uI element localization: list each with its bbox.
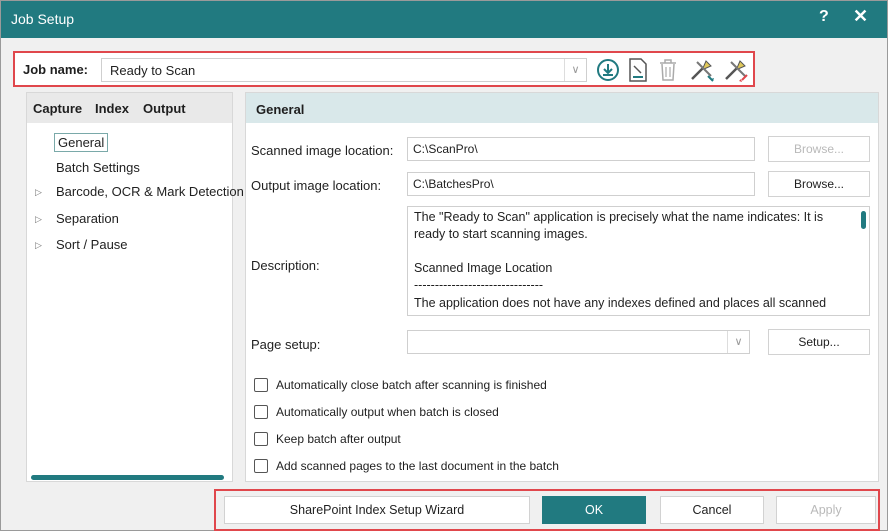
checkbox-box[interactable] <box>254 459 268 473</box>
scanned-location-label: Scanned image location: <box>251 143 394 158</box>
tree-item-general[interactable]: General <box>54 133 109 152</box>
tree-item-barcode[interactable]: Barcode, OCR & Mark Detection <box>56 184 244 199</box>
trash-icon[interactable] <box>655 56 681 84</box>
job-name-value: Ready to Scan <box>110 63 196 78</box>
checkbox-box[interactable] <box>254 378 268 392</box>
window-title: Job Setup <box>11 11 75 27</box>
description-line: The "Ready to Scan" application is preci… <box>414 210 824 241</box>
edit-document-icon[interactable] <box>625 56 651 84</box>
description-label: Description: <box>251 258 320 273</box>
job-name-toolbar: Job name: Ready to Scan ∨ <box>13 51 755 87</box>
tab-output[interactable]: Output <box>143 101 186 116</box>
browse-output-button[interactable]: Browse... <box>768 171 870 197</box>
checkbox-label: Automatically close batch after scanning… <box>276 378 547 392</box>
description-line: The application does not have any indexe… <box>414 296 827 310</box>
close-button[interactable]: ✕ <box>853 6 868 27</box>
tab-index[interactable]: Index <box>95 101 129 116</box>
section-title: General <box>256 102 305 117</box>
expand-caret-icon[interactable]: ▷ <box>35 214 42 225</box>
cancel-button[interactable]: Cancel <box>660 496 764 524</box>
general-settings-panel: General Scanned image location: C:\ScanP… <box>245 92 879 482</box>
expand-caret-icon[interactable]: ▷ <box>35 187 42 198</box>
chevron-down-icon[interactable]: ∨ <box>564 59 586 81</box>
tree-item-batch-settings[interactable]: Batch Settings <box>56 160 140 175</box>
tab-capture[interactable]: Capture <box>33 101 82 116</box>
job-setup-dialog: Job Setup ? ✕ Job name: Ready to Scan ∨ … <box>0 0 888 531</box>
footer-button-bar: SharePoint Index Setup Wizard OK Cancel … <box>214 489 880 531</box>
output-location-value: C:\BatchesPro\ <box>413 177 494 191</box>
title-bar: Job Setup ? ✕ <box>1 1 887 38</box>
page-setup-button[interactable]: Setup... <box>768 329 870 355</box>
description-line: ------------------------------- <box>414 278 544 292</box>
tree-item-sort-pause[interactable]: Sort / Pause <box>56 237 128 252</box>
tab-strip: Capture Index Output <box>27 93 232 123</box>
export-tools-icon[interactable] <box>723 56 749 84</box>
navigation-panel: Capture Index Output General Batch Setti… <box>26 92 244 482</box>
horizontal-scrollbar[interactable] <box>31 475 224 480</box>
ok-button[interactable]: OK <box>542 496 646 524</box>
checkbox-box[interactable] <box>254 405 268 419</box>
job-name-label: Job name: <box>23 62 89 77</box>
scanned-location-value: C:\ScanPro\ <box>413 142 478 156</box>
job-name-combobox[interactable]: Ready to Scan ∨ <box>101 58 587 82</box>
sharepoint-wizard-button[interactable]: SharePoint Index Setup Wizard <box>224 496 530 524</box>
checkbox-label: Automatically output when batch is close… <box>276 405 499 419</box>
import-tools-icon[interactable] <box>689 56 715 84</box>
help-button[interactable]: ? <box>819 8 829 26</box>
chevron-down-icon[interactable]: ∨ <box>727 331 749 353</box>
checkbox-label: Add scanned pages to the last document i… <box>276 459 559 473</box>
output-location-label: Output image location: <box>251 178 382 193</box>
download-icon[interactable] <box>595 56 621 84</box>
output-location-input[interactable]: C:\BatchesPro\ <box>407 172 755 196</box>
page-setup-label: Page setup: <box>251 337 321 352</box>
page-setup-combobox[interactable]: ∨ <box>407 330 750 354</box>
browse-scanned-button[interactable]: Browse... <box>768 136 870 162</box>
apply-button[interactable]: Apply <box>776 496 876 524</box>
description-textarea[interactable]: The "Ready to Scan" application is preci… <box>407 206 870 316</box>
vertical-scrollbar[interactable] <box>861 211 866 229</box>
scanned-location-input[interactable]: C:\ScanPro\ <box>407 137 755 161</box>
checkbox-box[interactable] <box>254 432 268 446</box>
description-line: Scanned Image Location <box>414 261 553 275</box>
section-header: General <box>246 93 878 123</box>
expand-caret-icon[interactable]: ▷ <box>35 240 42 251</box>
tree-item-separation[interactable]: Separation <box>56 211 119 226</box>
checkbox-label: Keep batch after output <box>276 432 401 446</box>
